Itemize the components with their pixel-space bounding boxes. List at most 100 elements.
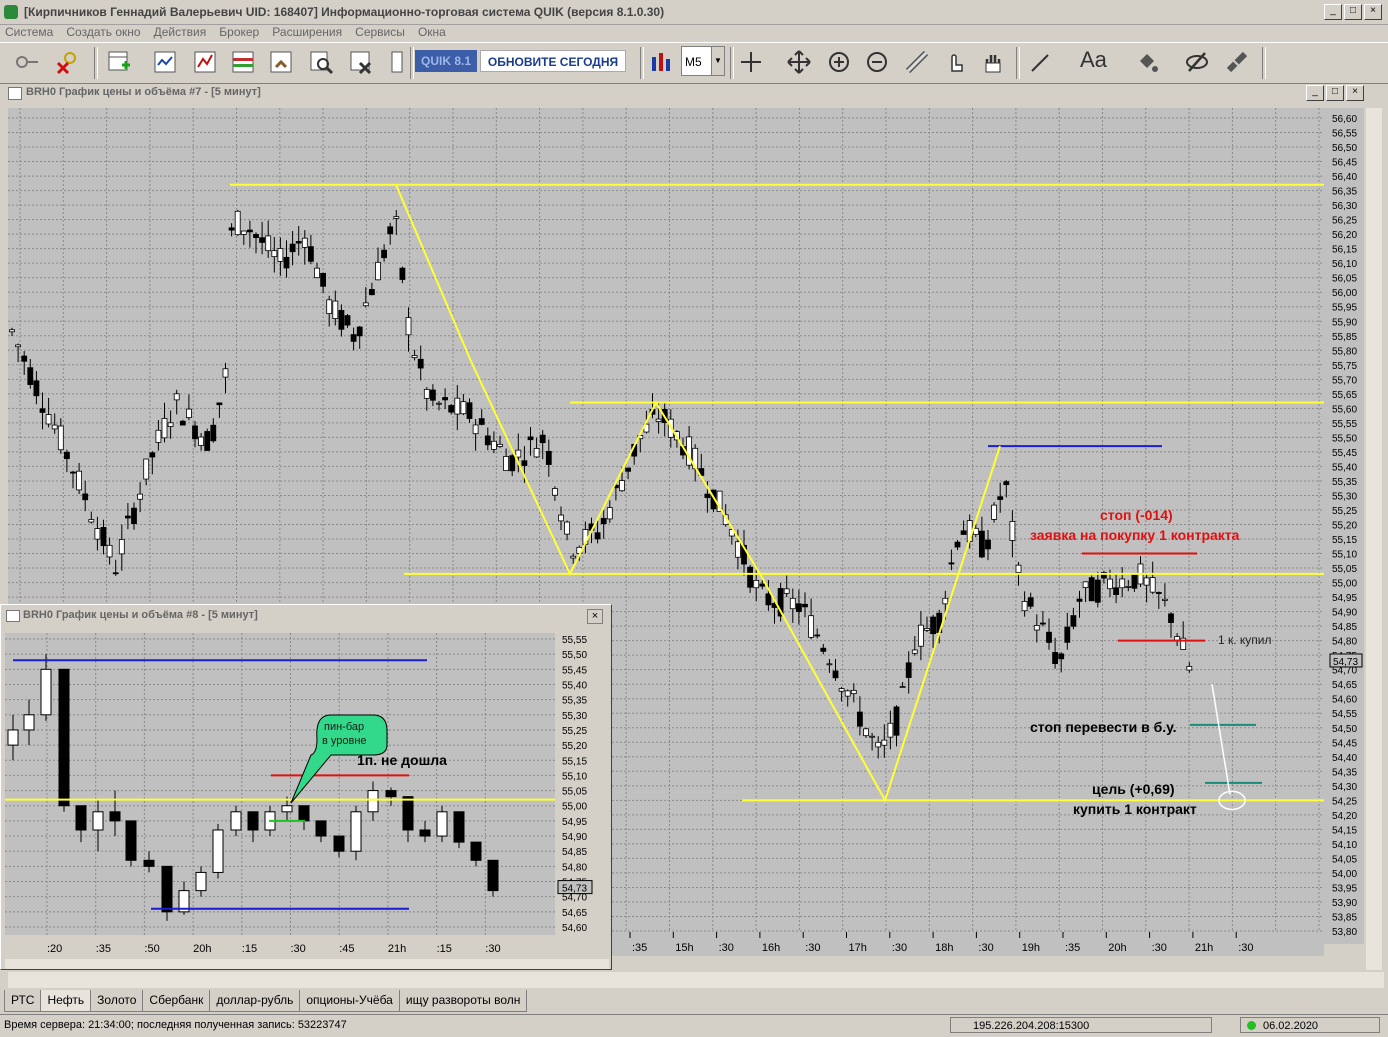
candle-body bbox=[789, 597, 796, 610]
price-tick-label: 54,10 bbox=[1332, 840, 1357, 851]
candle-body bbox=[39, 408, 46, 413]
connection-address: 195.226.204.208:15300 bbox=[973, 1020, 1090, 1032]
candle-body bbox=[857, 711, 863, 727]
candle-body bbox=[552, 488, 558, 496]
candle-body bbox=[478, 418, 485, 425]
candle-body bbox=[106, 544, 113, 558]
candle-body bbox=[625, 467, 631, 472]
tab-options-study[interactable]: опционы-Учёба bbox=[299, 990, 400, 1012]
candle-body bbox=[1168, 613, 1174, 623]
candle-body bbox=[503, 456, 510, 472]
price-tick-label: 55,60 bbox=[1332, 404, 1357, 415]
tab-rts[interactable]: РТС bbox=[4, 990, 42, 1012]
candle-body bbox=[399, 267, 406, 280]
sub-horizontal-scrollbar bbox=[5, 959, 609, 969]
price-tick-label: 55,10 bbox=[562, 771, 587, 782]
candle-body bbox=[899, 686, 906, 689]
price-tick-label: 55,35 bbox=[562, 696, 587, 707]
time-tick-label: :30 bbox=[1152, 942, 1167, 954]
price-tick-label: 54,50 bbox=[1332, 724, 1357, 735]
price-tick-label: 54,40 bbox=[1332, 753, 1357, 764]
stop-annotation: стоп (-014) bbox=[1100, 507, 1173, 523]
candle-body bbox=[832, 670, 839, 679]
candle-body bbox=[1119, 578, 1126, 589]
tab-wave-reversals[interactable]: ищу развороты волн bbox=[398, 990, 528, 1012]
tab-gold[interactable]: Золото bbox=[90, 990, 144, 1012]
sub-chart-window[interactable]: BRH0 График цены и объёма #8 - [5 минут]… bbox=[0, 604, 612, 970]
sub-price-chart[interactable]: 55,55 55,50 55,45 55,40 55,35 55,30 55,25 55,20… bbox=[1, 627, 611, 971]
candle-body bbox=[240, 230, 247, 235]
candle-body bbox=[289, 243, 296, 253]
time-tick-label: :35 bbox=[632, 942, 647, 954]
horizontal-scrollbar[interactable] bbox=[8, 972, 1384, 988]
candle-body bbox=[161, 865, 173, 913]
price-tick-label: 56,40 bbox=[1332, 172, 1357, 183]
candle-body bbox=[759, 583, 766, 587]
candle-body bbox=[765, 593, 772, 606]
price-tick-label: 55,55 bbox=[562, 635, 587, 646]
time-tick-label: 15h bbox=[675, 942, 693, 954]
candle-body bbox=[259, 237, 266, 243]
candle-body bbox=[619, 480, 625, 492]
candle-body bbox=[1107, 578, 1113, 590]
candle-body bbox=[1155, 592, 1162, 594]
candle-body bbox=[173, 393, 180, 401]
candle-body bbox=[417, 358, 424, 369]
candle-body bbox=[924, 628, 930, 631]
price-tick-label: 55,35 bbox=[1332, 477, 1357, 488]
time-tick-label: :30 bbox=[805, 942, 820, 954]
time-tick-label: :35 bbox=[1065, 942, 1080, 954]
candle-body bbox=[109, 811, 121, 822]
server-time-status: Время сервера: 21:34:00; последняя получ… bbox=[4, 1019, 347, 1031]
price-tick-label: 55,00 bbox=[1332, 579, 1357, 590]
price-tick-label: 54,80 bbox=[562, 862, 587, 873]
price-tick-label: 55,65 bbox=[1332, 390, 1357, 401]
price-tick-label: 54,65 bbox=[1332, 680, 1357, 691]
price-tick-label: 56,55 bbox=[1332, 129, 1357, 140]
candle-body bbox=[453, 811, 465, 843]
tab-oil[interactable]: Нефть bbox=[40, 990, 92, 1012]
time-tick-label: :15 bbox=[242, 943, 257, 955]
candle-body bbox=[1076, 598, 1083, 602]
candle-body bbox=[58, 668, 70, 807]
price-tick-label: 55,80 bbox=[1332, 346, 1357, 357]
candle-body bbox=[402, 796, 414, 831]
candle-body bbox=[539, 434, 546, 444]
candle-body bbox=[1186, 666, 1193, 671]
price-tick-label: 55,50 bbox=[1332, 433, 1357, 444]
candle-body bbox=[204, 431, 211, 451]
candle-body bbox=[271, 250, 278, 258]
candle-body bbox=[367, 790, 379, 813]
candle-body bbox=[15, 344, 22, 348]
candle-body bbox=[533, 448, 540, 458]
candle-body bbox=[1143, 577, 1150, 586]
candle-body bbox=[393, 216, 400, 219]
candle-body bbox=[125, 515, 131, 519]
tab-sberbank[interactable]: Сбербанк bbox=[142, 990, 211, 1012]
candle-body bbox=[298, 805, 310, 822]
tab-usd-rub[interactable]: доллар-рубль bbox=[209, 990, 301, 1012]
price-tick-label: 55,30 bbox=[562, 711, 587, 722]
price-tick-label: 55,05 bbox=[562, 787, 587, 798]
status-date: 06.02.2020 bbox=[1263, 1020, 1319, 1032]
bought-annotation: 1 к. купил bbox=[1218, 633, 1272, 647]
candle-body bbox=[918, 624, 924, 647]
candle-body bbox=[137, 493, 144, 500]
candle-body bbox=[490, 440, 497, 450]
candle-body bbox=[1027, 597, 1034, 607]
time-tick-label: 21h bbox=[1195, 942, 1213, 954]
date-status: 06.02.2020 bbox=[1240, 1017, 1380, 1033]
candle-body bbox=[606, 507, 613, 520]
candle-body bbox=[198, 436, 205, 446]
candle-body bbox=[405, 317, 412, 336]
price-tick-label: 55,10 bbox=[1332, 550, 1357, 561]
candle-body bbox=[808, 615, 814, 638]
candle-body bbox=[470, 841, 482, 861]
candle-body bbox=[76, 470, 82, 491]
candle-body bbox=[265, 235, 272, 252]
connection-status: 195.226.204.208:15300 bbox=[950, 1017, 1212, 1033]
price-tick-label: 55,45 bbox=[1332, 448, 1357, 459]
sub-chart-close-button[interactable]: × bbox=[587, 609, 603, 624]
time-tick-label: :30 bbox=[1238, 942, 1253, 954]
price-tick-label: 56,10 bbox=[1332, 259, 1357, 270]
